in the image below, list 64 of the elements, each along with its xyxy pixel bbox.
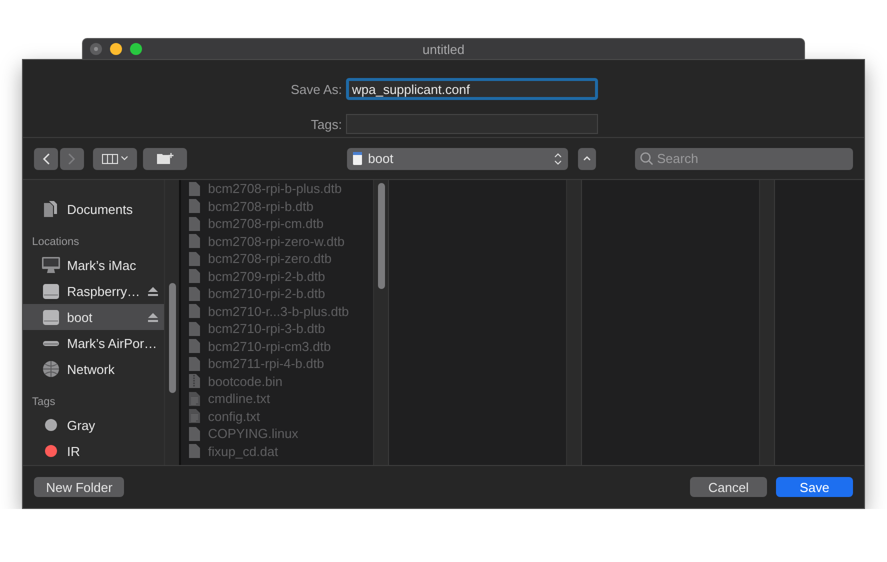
sidebar-item[interactable]: Documents bbox=[23, 196, 164, 222]
sidebar-item[interactable]: Mark’s AirPor… bbox=[23, 330, 164, 356]
scrollbar-track[interactable] bbox=[566, 180, 581, 465]
window-title: untitled bbox=[422, 42, 464, 56]
minimize-button[interactable] bbox=[110, 43, 122, 55]
field-label: Save As: bbox=[290, 82, 342, 96]
drive-icon bbox=[42, 282, 60, 300]
drive-icon bbox=[42, 308, 60, 326]
chevron-right-icon bbox=[68, 152, 76, 164]
file-icon bbox=[189, 304, 200, 318]
caret-up-icon bbox=[583, 156, 591, 161]
sidebar-section-title: Locations bbox=[31, 235, 80, 250]
file-icon bbox=[189, 356, 200, 371]
new-folder-button[interactable]: New Folder bbox=[34, 477, 124, 497]
file-icon bbox=[189, 269, 200, 284]
save-button[interactable]: Save bbox=[776, 477, 853, 497]
up-down-chevron-icon bbox=[554, 152, 562, 164]
scrollbar[interactable] bbox=[373, 180, 388, 465]
file-icon bbox=[189, 339, 200, 354]
field-label: Tags: bbox=[310, 116, 342, 132]
sidebar-item[interactable]: Gray bbox=[23, 412, 164, 438]
cancel-button[interactable]: Cancel bbox=[690, 477, 767, 497]
file-icon bbox=[189, 234, 200, 248]
caret-icon bbox=[121, 156, 128, 161]
view-options-button[interactable] bbox=[93, 148, 137, 170]
tags-field[interactable] bbox=[346, 114, 598, 134]
new-folder-icon-button[interactable] bbox=[143, 148, 187, 170]
search-field[interactable]: Search bbox=[635, 148, 853, 170]
file-icon bbox=[189, 426, 200, 441]
text-file-icon bbox=[189, 409, 200, 424]
base-station-icon bbox=[43, 340, 59, 346]
sidebar-item[interactable]: boot bbox=[23, 304, 164, 330]
scrollbar[interactable] bbox=[164, 180, 179, 465]
drive-icon bbox=[353, 152, 362, 165]
sidebar-item[interactable]: IR bbox=[23, 438, 164, 464]
file-icon bbox=[189, 286, 200, 301]
computer-icon bbox=[41, 256, 61, 274]
file-icon bbox=[189, 216, 200, 231]
eject-icon[interactable] bbox=[148, 312, 158, 322]
columns-icon bbox=[102, 154, 118, 164]
globe-icon bbox=[42, 360, 60, 378]
file-icon bbox=[189, 252, 200, 266]
file-icon bbox=[189, 199, 200, 214]
search-icon bbox=[640, 152, 653, 165]
filename-field[interactable]: wpa_supplicant.conf bbox=[346, 78, 598, 100]
back-button[interactable] bbox=[34, 148, 58, 170]
expand-button[interactable] bbox=[578, 148, 596, 170]
sidebar-item[interactable]: Raspberry… bbox=[23, 278, 164, 304]
documents-icon bbox=[42, 200, 60, 218]
binary-file-icon bbox=[189, 374, 200, 388]
text-file-icon bbox=[189, 392, 200, 406]
file-icon bbox=[189, 182, 200, 196]
close-button[interactable] bbox=[90, 43, 102, 55]
chevron-left-icon bbox=[42, 152, 50, 164]
sidebar-item[interactable]: Mark’s iMac bbox=[23, 252, 164, 278]
sidebar-section-title: Tags bbox=[31, 395, 56, 410]
location-popup[interactable]: boot bbox=[347, 148, 568, 170]
zoom-button[interactable] bbox=[130, 43, 142, 55]
file-icon bbox=[189, 444, 200, 458]
folder-plus-icon bbox=[156, 152, 174, 164]
sidebar-item[interactable]: Network bbox=[23, 356, 164, 382]
scrollbar-track[interactable] bbox=[759, 180, 774, 465]
file-icon bbox=[189, 322, 200, 336]
eject-icon[interactable] bbox=[148, 286, 158, 296]
